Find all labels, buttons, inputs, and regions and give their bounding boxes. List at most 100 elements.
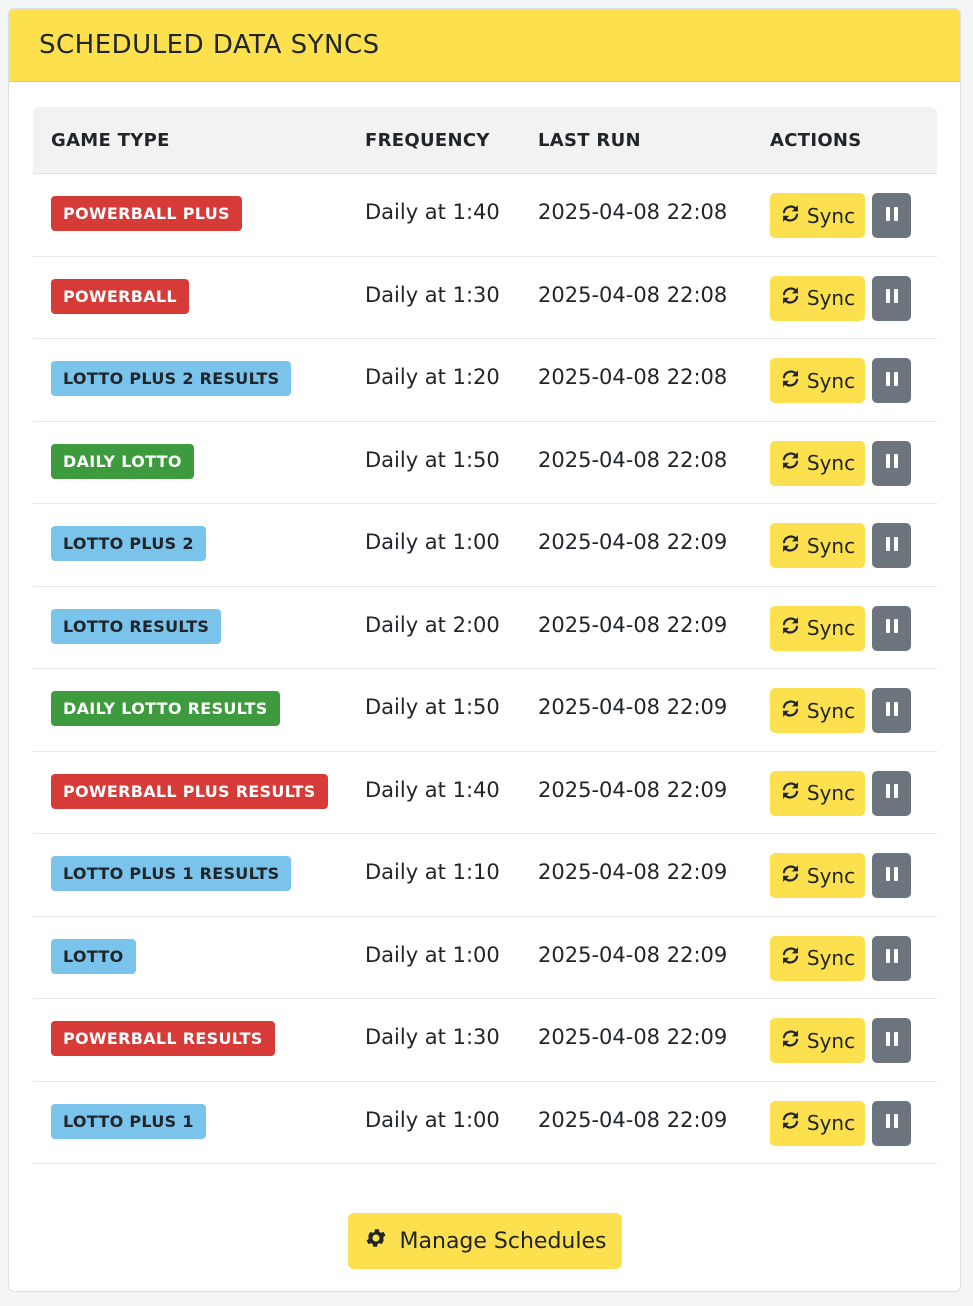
pause-button[interactable]	[872, 275, 911, 321]
pause-icon	[885, 1031, 899, 1051]
table-row: DAILY LOTTO Daily at 1:50 2025-04-08 22:…	[33, 422, 937, 504]
refresh-icon	[780, 615, 801, 641]
pause-icon	[885, 948, 899, 968]
pause-button[interactable]	[872, 1018, 911, 1063]
table-row: LOTTO Daily at 1:00 2025-04-08 22:09 Syn…	[33, 917, 937, 999]
frequency-cell: Daily at 1:10	[365, 860, 500, 884]
gear-icon	[364, 1226, 388, 1256]
row-actions: Sync	[770, 935, 911, 981]
last-run-cell: 2025-04-08 22:09	[538, 612, 728, 637]
table-header: GAME TYPE FREQUENCY LAST RUN ACTIONS	[33, 107, 937, 174]
column-header-last-run: LAST RUN	[538, 129, 641, 151]
refresh-icon	[780, 450, 801, 476]
game-type-badge: POWERBALL	[51, 278, 189, 314]
pause-icon	[885, 1113, 899, 1133]
sync-button[interactable]: Sync	[770, 440, 865, 486]
pause-icon	[885, 371, 899, 391]
refresh-icon	[780, 945, 801, 971]
game-type-badge: POWERBALL RESULTS	[51, 1021, 275, 1056]
card-header: SCHEDULED DATA SYNCS	[9, 9, 960, 82]
card-title: SCHEDULED DATA SYNCS	[39, 30, 380, 60]
last-run-cell: 2025-04-08 22:09	[538, 530, 728, 554]
frequency-cell: Daily at 1:30	[365, 282, 500, 307]
sync-button[interactable]: Sync	[770, 193, 865, 238]
sync-button[interactable]: Sync	[770, 275, 865, 321]
last-run-cell: 2025-04-08 22:08	[538, 365, 728, 389]
sync-button[interactable]: Sync	[770, 523, 865, 568]
row-actions: Sync	[770, 358, 911, 403]
frequency-cell: Daily at 1:40	[365, 200, 500, 224]
sync-button[interactable]: Sync	[770, 605, 865, 651]
last-run-cell: 2025-04-08 22:09	[538, 1107, 728, 1132]
sync-label: Sync	[806, 698, 856, 723]
game-type-badge: POWERBALL PLUS	[51, 196, 242, 231]
sync-button[interactable]: Sync	[770, 853, 865, 898]
table-row: POWERBALL RESULTS Daily at 1:30 2025-04-…	[33, 999, 937, 1082]
pause-icon	[885, 288, 899, 308]
refresh-icon	[780, 533, 801, 559]
table-row: LOTTO PLUS 2 RESULTS Daily at 1:20 2025-…	[33, 339, 937, 422]
refresh-icon	[780, 285, 801, 311]
pause-button[interactable]	[872, 1100, 911, 1146]
sync-label: Sync	[806, 451, 856, 475]
pause-button[interactable]	[872, 605, 911, 651]
table-row: LOTTO PLUS 2 Daily at 1:00 2025-04-08 22…	[33, 504, 937, 587]
table-row: LOTTO RESULTS Daily at 2:00 2025-04-08 2…	[33, 587, 937, 669]
pause-icon	[885, 536, 899, 556]
refresh-icon	[780, 1028, 801, 1054]
game-type-badge: DAILY LOTTO RESULTS	[51, 691, 280, 726]
sync-button[interactable]: Sync	[770, 358, 865, 403]
game-type-badge: POWERBALL PLUS RESULTS	[51, 773, 328, 809]
column-header-frequency: FREQUENCY	[365, 129, 490, 151]
manage-schedules-label: Manage Schedules	[399, 1228, 607, 1254]
game-type-badge: LOTTO PLUS 1 RESULTS	[51, 856, 292, 891]
frequency-cell: Daily at 1:00	[365, 1107, 500, 1132]
game-type-badge: DAILY LOTTO	[51, 443, 194, 479]
pause-button[interactable]	[872, 688, 911, 733]
sync-button[interactable]: Sync	[770, 1018, 865, 1063]
pause-button[interactable]	[872, 523, 911, 568]
pause-icon	[885, 618, 899, 638]
game-type-badge: LOTTO RESULTS	[51, 608, 222, 644]
pause-icon	[885, 453, 899, 473]
refresh-icon	[780, 863, 801, 889]
frequency-cell: Daily at 1:00	[365, 530, 500, 554]
pause-button[interactable]	[872, 770, 911, 816]
table-row: DAILY LOTTO RESULTS Daily at 1:50 2025-0…	[33, 669, 937, 752]
sync-button[interactable]: Sync	[770, 770, 865, 816]
manage-schedules-button[interactable]: Manage Schedules	[348, 1213, 622, 1269]
frequency-cell: Daily at 1:50	[365, 695, 500, 719]
pause-button[interactable]	[872, 193, 911, 238]
sync-label: Sync	[806, 533, 856, 558]
sync-label: Sync	[806, 368, 856, 393]
pause-icon	[885, 206, 899, 226]
sync-button[interactable]: Sync	[770, 688, 865, 733]
game-type-badge: LOTTO PLUS 2 RESULTS	[51, 361, 292, 396]
row-actions: Sync	[770, 1100, 911, 1146]
sync-button[interactable]: Sync	[770, 935, 865, 981]
row-actions: Sync	[770, 523, 911, 568]
last-run-cell: 2025-04-08 22:09	[538, 942, 728, 967]
frequency-cell: Daily at 1:20	[365, 365, 500, 389]
game-type-badge: LOTTO	[51, 938, 136, 974]
sync-button[interactable]: Sync	[770, 1100, 865, 1146]
game-type-badge: LOTTO PLUS 1	[51, 1103, 206, 1139]
last-run-cell: 2025-04-08 22:09	[538, 1025, 728, 1049]
row-actions: Sync	[770, 770, 911, 816]
pause-button[interactable]	[872, 935, 911, 981]
pause-button[interactable]	[872, 853, 911, 898]
frequency-cell: Daily at 1:30	[365, 1025, 500, 1049]
table-row: POWERBALL Daily at 1:30 2025-04-08 22:08…	[33, 257, 937, 339]
frequency-cell: Daily at 2:00	[365, 612, 500, 637]
pause-button[interactable]	[872, 358, 911, 403]
sync-label: Sync	[806, 781, 856, 805]
row-actions: Sync	[770, 275, 911, 321]
pause-button[interactable]	[872, 440, 911, 486]
table-row: LOTTO PLUS 1 RESULTS Daily at 1:10 2025-…	[33, 834, 937, 917]
last-run-cell: 2025-04-08 22:08	[538, 447, 728, 472]
last-run-cell: 2025-04-08 22:09	[538, 777, 728, 802]
scheduled-syncs-card: SCHEDULED DATA SYNCS GAME TYPE FREQUENCY…	[8, 8, 961, 1292]
schedules-table: GAME TYPE FREQUENCY LAST RUN ACTIONS POW…	[33, 107, 937, 1164]
row-actions: Sync	[770, 440, 911, 486]
table-row: POWERBALL PLUS Daily at 1:40 2025-04-08 …	[33, 174, 937, 257]
